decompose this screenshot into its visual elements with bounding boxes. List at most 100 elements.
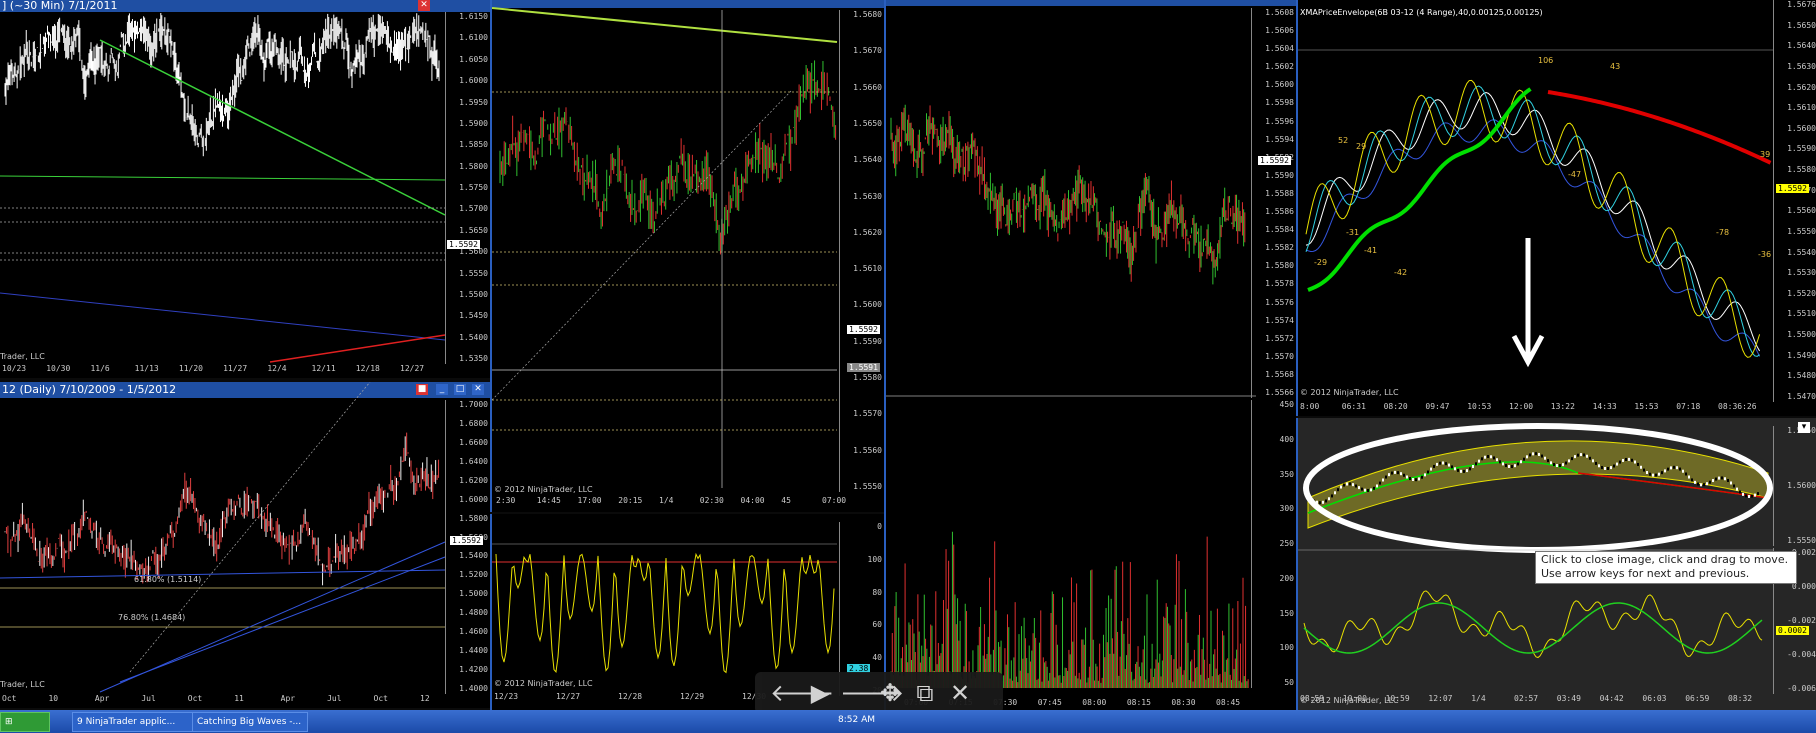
scroll-menu-icon[interactable]: ▾ [1798, 422, 1810, 433]
time-axis-label: 04:42 [1599, 694, 1624, 703]
time-axis-label: 10/30 [46, 364, 71, 373]
axis-tick-label: 1.5590 [1787, 144, 1816, 154]
axis-tick-label: 1.7000 [459, 400, 488, 409]
chart-window-1[interactable]: ] (~30 Min) 7/1/2011 ✕ 1.6150 1.6100 1.605… [0, 0, 490, 378]
price-chart-intraday[interactable] [492, 0, 884, 512]
time-axis-label: 1/4 [659, 496, 674, 505]
play-icon[interactable]: ▶ [805, 678, 835, 708]
chart-window-2[interactable]: 12 (Daily) 7/10/2009 - 1/5/2012 ■ _ □ ✕ … [0, 382, 490, 708]
time-axis-label: 06:59 [1685, 694, 1710, 703]
taskbar-browser[interactable]: Catching Big Waves -... [192, 712, 308, 732]
price-axis[interactable]: 1.5680 1.5670 1.5660 1.5650 1.5640 1.5630 1.56… [839, 10, 884, 492]
renko-brick [1655, 473, 1657, 477]
swing-annotation: -31 [1346, 228, 1360, 237]
renko-brick [1730, 481, 1732, 485]
swing-annotation: 43 [1610, 62, 1621, 71]
renko-brick [1337, 488, 1339, 492]
price-axis[interactable]: 1.7000 1.6800 1.6600 1.6400 1.6200 1.6000 1.58… [445, 400, 490, 694]
renko-brick [1502, 462, 1504, 466]
renko-brick [1610, 466, 1612, 470]
swing-annotation: 52 [1338, 136, 1349, 145]
time-axis-label: 06:31 [1341, 402, 1366, 411]
renko-brick [1649, 472, 1651, 476]
move-icon[interactable]: ✥ [875, 678, 905, 708]
candle-volume-chart[interactable] [886, 0, 1296, 710]
time-axis-label: 08:59 [1300, 694, 1325, 703]
axis-tick-label: 1.6400 [459, 456, 488, 466]
renko-brick [1445, 462, 1447, 466]
current-price-label: 1.5592 [1258, 156, 1291, 165]
time-axis-label: 11/20 [178, 364, 203, 373]
axis-tick-label: 1.4000 [459, 684, 488, 693]
close-icon[interactable]: ✕ [945, 678, 975, 708]
time-axis-label: 12/27 [400, 364, 425, 373]
renko-brick [1697, 482, 1699, 486]
next-arrow-icon[interactable]: 🡒 [840, 678, 904, 708]
axis-tick-label: 1.5350 [459, 354, 488, 363]
start-button[interactable]: ⊞ [0, 712, 50, 732]
axis-tick-label: 150 [1279, 608, 1294, 618]
renko-brick [1721, 476, 1723, 480]
renko-brick [1679, 467, 1681, 471]
price-chart-daily[interactable] [0, 382, 490, 708]
time-axis-label: 12/18 [355, 364, 380, 373]
renko-brick [1514, 464, 1516, 468]
renko-brick [1334, 491, 1336, 495]
price-chart-30min[interactable] [0, 0, 490, 378]
axis-tick-label: 1.5568 [1265, 369, 1294, 379]
renko-brick [1574, 455, 1576, 459]
axis-tick-label: 1.5582 [1265, 243, 1294, 253]
watermark: © 2012 NinjaTrader, LLC [494, 485, 593, 494]
time-axis-label: 12 [420, 694, 430, 703]
time-axis-label: 08:32 [1728, 694, 1753, 703]
axis-tick-label: 1.5850 [459, 140, 488, 150]
axis-tick-label: 1.4600 [459, 627, 488, 637]
axis-tick-label: 1.5630 [853, 191, 882, 201]
pop-out-icon[interactable]: ⧉ [910, 678, 940, 708]
price-axis[interactable]: 1.5676 1.5650 1.5640 1.5630 1.5620 1.5610 1.56… [1773, 0, 1816, 402]
volume-axis[interactable]: 450 400 350 300 250 200 150 100 50 [1251, 400, 1296, 688]
axis-tick-label: 250 [1279, 539, 1294, 548]
axis-tick-label: 1.5000 [459, 589, 488, 599]
axis-tick-label: 1.5600 [1787, 481, 1816, 490]
watermark: Trader, LLC [0, 680, 45, 689]
renko-brick [1568, 459, 1570, 463]
chart-window-5[interactable]: 1.5608 1.5606 1.5604 1.5602 1.5600 1.5598 1.55… [884, 0, 1296, 710]
renko-brick [1598, 464, 1600, 468]
renko-brick [1619, 460, 1621, 464]
axis-tick-label: 1.5600 [1265, 80, 1294, 90]
renko-brick [1544, 456, 1546, 460]
renko-brick [1640, 465, 1642, 469]
swing-annotation: 106 [1538, 56, 1554, 65]
renko-brick [1712, 479, 1714, 483]
time-axis-label: 12/29 [680, 692, 705, 701]
time-axis-label: 08:20 [1383, 402, 1408, 411]
trendline [269, 334, 446, 363]
price-axis[interactable]: 1.5608 1.5606 1.5604 1.5602 1.5600 1.5598 1.55… [1251, 8, 1296, 398]
previous-arrow-icon[interactable]: 🡐 [770, 678, 834, 708]
renko-brick [1355, 484, 1357, 488]
renko-brick [1682, 469, 1684, 473]
price-axis[interactable]: 1.6150 1.6100 1.6050 1.6000 1.5950 1.5900 1.58… [445, 12, 490, 364]
envelope-chart[interactable] [1298, 0, 1816, 416]
axis-tick-label: 400 [1279, 434, 1294, 444]
time-axis-label: 08:45 [1216, 698, 1241, 707]
time-axis-label: 07:18 [1676, 402, 1701, 411]
axis-tick-label: 1.5400 [459, 332, 488, 342]
axis-tick-label: 1.5606 [1265, 26, 1294, 36]
time-axis-label: 12/11 [311, 364, 336, 373]
chart-window-3[interactable]: 1.5680 1.5670 1.5660 1.5650 1.5640 1.5630 1.56… [490, 0, 884, 512]
renko-brick [1475, 462, 1477, 466]
taskbar-ninjatrader[interactable]: 9 NinjaTrader applic... [72, 712, 194, 732]
renko-brick [1472, 465, 1474, 469]
renko-brick [1715, 477, 1717, 481]
axis-tick-label: 1.5750 [459, 183, 488, 192]
watermark: © 2012 NinjaTrader, LLC [1300, 388, 1399, 397]
renko-brick [1397, 471, 1399, 475]
axis-tick-label: 1.5800 [459, 161, 488, 171]
axis-tick-label: 1.5540 [1787, 247, 1816, 257]
chart-window-6[interactable]: XMAPriceEnvelope(6B 03-12 (4 Range),40,0… [1296, 0, 1816, 416]
renko-brick [1526, 455, 1528, 459]
down-arrow-annotation [1511, 238, 1545, 368]
price-axis[interactable]: 1.56501.56001.5550 [1773, 426, 1816, 546]
